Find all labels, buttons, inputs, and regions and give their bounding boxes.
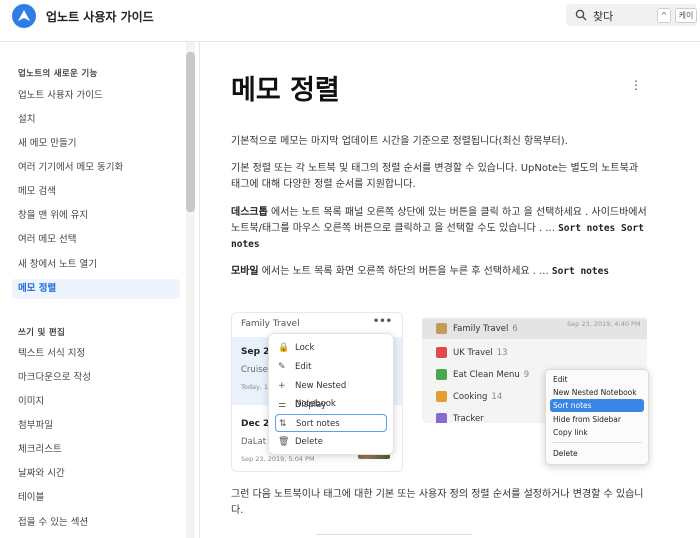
menu-item-display: ⚌ Display: [275, 396, 387, 414]
sidebar-item-checklist[interactable]: 체크리스트: [12, 440, 180, 460]
shortcut-key-ctrl: ^: [657, 8, 671, 23]
menu-item-delete: 🗑 Delete: [275, 433, 387, 451]
sidebar-item-new-note[interactable]: 새 메모 만들기: [12, 134, 180, 154]
lock-icon: 🔒: [278, 343, 290, 353]
sidebar-item-new-window[interactable]: 새 창에서 노트 열기: [12, 255, 180, 275]
top-bar: 업노트 사용자 가이드 찾다 ^ 케이: [0, 0, 700, 42]
notebook-title: Family Travel: [241, 319, 300, 329]
menu-item-new-nested: New Nested Notebook: [553, 388, 637, 397]
sidebar-item-collapsible[interactable]: 접을 수 있는 섹션: [12, 513, 180, 533]
more-options-icon[interactable]: ⋮: [630, 78, 642, 92]
notebook-count: 13: [496, 348, 508, 358]
figure-context-menu: 🔒 Lock ✎ Edit + New Nested Notebook ⚌ Displa…: [268, 333, 394, 455]
paragraph-mobile: 모바일 에서는 노트 목록 화면 오른쪽 하단의 버튼을 누른 후 선택하세요 …: [231, 264, 649, 280]
notebook-label: Cooking 14: [453, 388, 502, 406]
sidebar-item-search-notes[interactable]: 메모 검색: [12, 182, 180, 202]
note-date: Sep 23, 2019, 5:04 PM: [241, 455, 315, 463]
sidebar-item-date-time[interactable]: 날짜와 시간: [12, 464, 180, 484]
sidebar-section-title: 업노트의 새로운 기능: [18, 69, 98, 79]
mobile-text: 에서는 노트 목록 화면 오른쪽 하단의 버튼을 누른 후 선택하세요 . ..…: [258, 266, 549, 277]
main-content: 메모 정렬 ⋮ 기본적으로 메모는 마지막 업데이트 시간을 기준으로 정렬됩니…: [200, 42, 700, 538]
page-title: 메모 정렬: [231, 75, 340, 106]
sidebar-item-table[interactable]: 테이블: [12, 488, 180, 508]
search-icon: [575, 9, 587, 21]
sidebar-item-sort-notes[interactable]: 메모 정렬: [12, 279, 180, 299]
notebook-name: Cooking: [453, 392, 488, 402]
paragraph-desktop: 데스크톱 에서는 노트 목록 패널 오른쪽 상단에 있는 버튼을 클릭 하고 을…: [231, 205, 649, 253]
sidebar-scrollbar[interactable]: [186, 52, 195, 212]
search-label: 찾다: [593, 10, 614, 23]
menu-label: Delete: [295, 437, 323, 447]
figure-date: Sep 23, 2019, 4:40 PM: [567, 320, 641, 328]
mobile-label: 모바일: [231, 266, 259, 277]
notebook-name: Eat Clean Menu: [453, 370, 520, 380]
plus-icon: +: [278, 381, 286, 391]
paragraph-followup: 그런 다음 노트북이나 태그에 대한 기본 또는 사용자 정의 정렬 순서를 설…: [231, 489, 644, 516]
sidebar-item-text-format[interactable]: 텍스트 서식 지정: [12, 344, 180, 364]
mobile-code: Sort notes: [551, 266, 610, 277]
sidebar: 업노트의 새로운 기능 업노트 사용자 가이드 설치 새 메모 만들기 여러 기…: [0, 42, 200, 538]
sidebar-item-images[interactable]: 이미지: [12, 392, 180, 412]
menu-label: Sort notes: [296, 419, 340, 429]
content-divider: [316, 534, 472, 538]
sidebar-item-attachments[interactable]: 첨부파일: [12, 416, 180, 436]
menu-label: Lock: [295, 343, 315, 353]
note-snippet: DaLat: [241, 437, 267, 447]
notebook-icon: [436, 323, 447, 334]
notebook-label: UK Travel 13: [453, 344, 508, 362]
more-dots-icon: •••: [372, 316, 392, 327]
notebook-count: 9: [523, 370, 530, 380]
notebook-count: 14: [491, 392, 503, 402]
menu-item-edit: ✎ Edit: [275, 358, 387, 376]
notebook-name: Family Travel: [453, 324, 509, 334]
desktop-label: 데스크톱: [231, 207, 268, 218]
menu-item-new-nested: + New Nested Notebook: [275, 377, 387, 409]
notebook-label: Family Travel 6: [453, 320, 518, 338]
notebook-label: Tracker: [453, 410, 484, 423]
search-button[interactable]: 찾다 ^ 케이: [566, 4, 697, 26]
sidebar-item-sync[interactable]: 여러 기기에서 메모 동기화: [12, 158, 180, 178]
paragraph-default-sort: 기본 정렬 또는 각 노트북 및 태그의 정렬 순서를 변경할 수 있습니다. …: [231, 163, 639, 190]
sort-icon: ⇅: [279, 419, 287, 429]
paragraph-intro: 기본적으로 메모는 마지막 업데이트 시간을 기준으로 정렬됩니다(최신 항목부…: [231, 136, 568, 147]
sidebar-item-user-guide[interactable]: 업노트 사용자 가이드: [12, 86, 180, 106]
sidebar-item-markdown[interactable]: 마크다운으로 작성: [12, 368, 180, 388]
menu-label: Edit: [295, 362, 312, 372]
figure-sidebar-context-menu: Edit New Nested Notebook Sort notes Hide…: [545, 369, 649, 465]
sidebar-item-install[interactable]: 설치: [12, 110, 180, 130]
menu-item-delete: Delete: [553, 449, 578, 458]
notebook-icon: [436, 369, 447, 380]
sidebar-item-keep-on-top[interactable]: 창을 맨 위에 유지: [12, 206, 180, 226]
trash-icon: 🗑: [278, 437, 290, 447]
notebook-count: 6: [512, 324, 518, 334]
menu-item-sort-notes: ⇅ Sort notes: [275, 414, 387, 432]
shortcut-key-k: 케이: [675, 8, 697, 23]
menu-item-sort-notes: Sort notes: [550, 399, 644, 412]
sidebar-item-multi-select[interactable]: 여러 메모 선택: [12, 230, 180, 250]
notebook-name: Tracker: [453, 414, 484, 423]
menu-label: Display: [295, 400, 327, 410]
notebook-name: UK Travel: [453, 348, 493, 358]
menu-divider: [552, 442, 642, 443]
site-title[interactable]: 업노트 사용자 가이드: [46, 8, 154, 25]
menu-item-edit: Edit: [553, 375, 568, 384]
pencil-icon: ✎: [278, 362, 286, 372]
upnote-logo-icon[interactable]: [12, 4, 36, 28]
notebook-icon: [436, 347, 447, 358]
display-icon: ⚌: [278, 400, 287, 410]
menu-item-lock: 🔒 Lock: [275, 339, 387, 357]
menu-item-hide: Hide from Sidebar: [553, 415, 621, 424]
sidebar-section-title: 쓰기 및 편집: [18, 328, 66, 338]
menu-item-copy-link: Copy link: [553, 428, 588, 437]
notebook-label: Eat Clean Menu 9: [453, 366, 529, 384]
notebook-icon: [436, 413, 447, 423]
notebook-icon: [436, 391, 447, 402]
